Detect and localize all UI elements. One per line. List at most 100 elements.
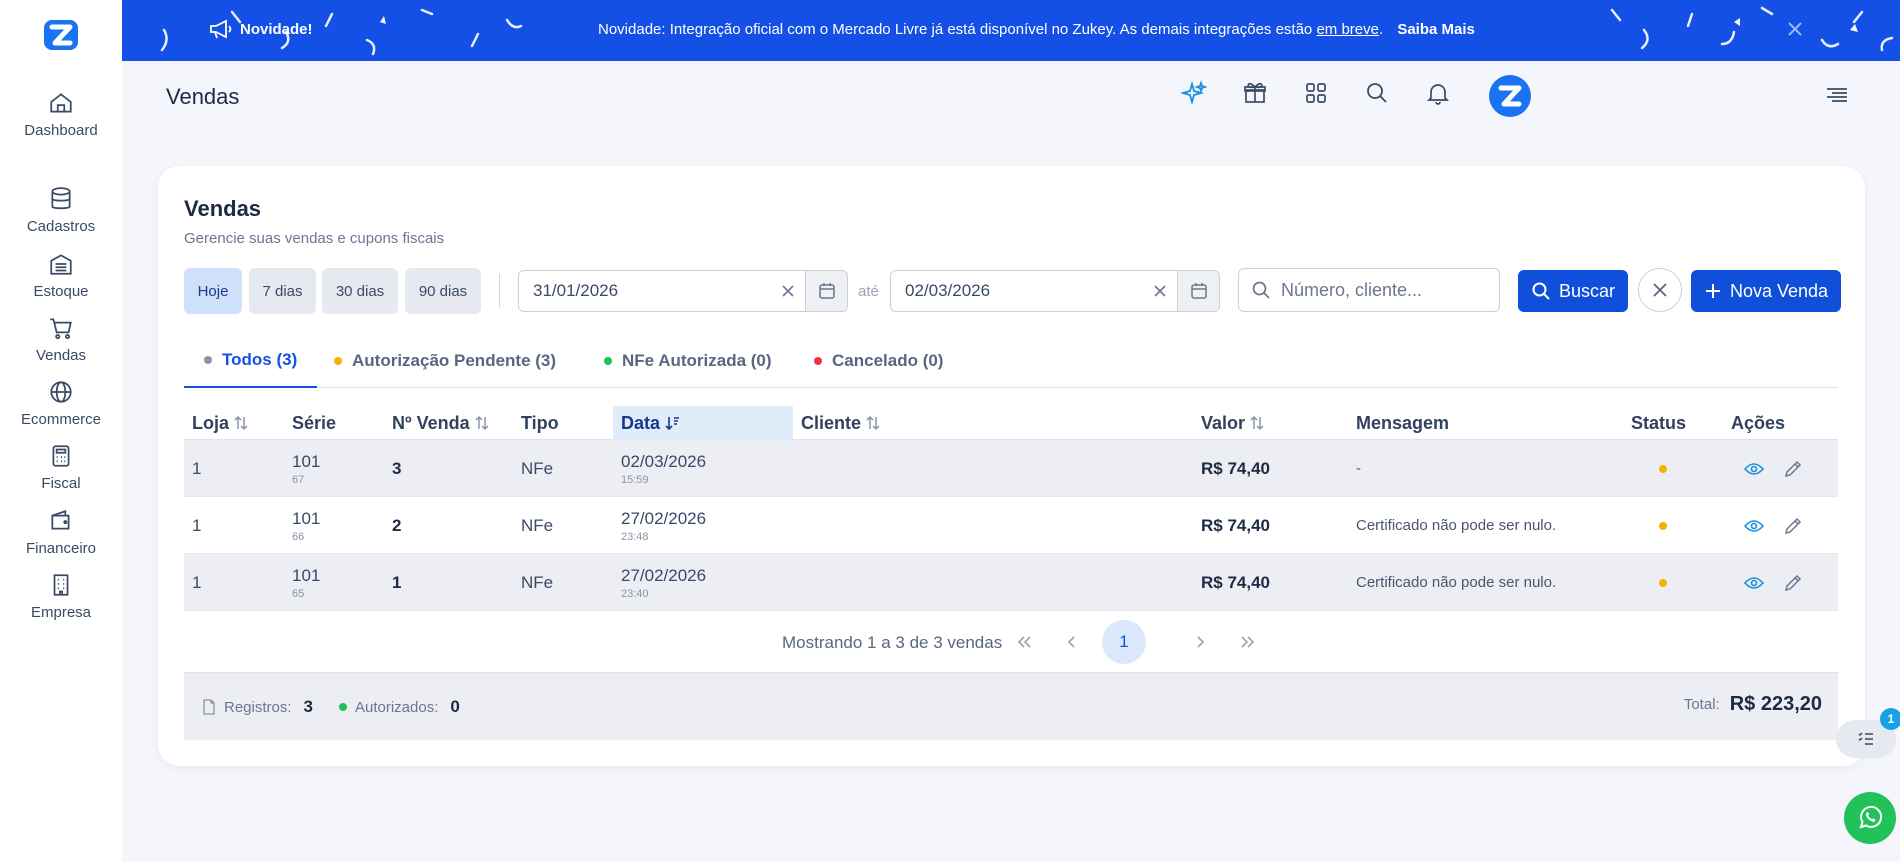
page-1-button[interactable]: 1 (1102, 620, 1146, 664)
cart-icon (50, 318, 72, 340)
table-row[interactable]: 1 101 65 1 NFe 27/02/2026 23:40 R$ 74,40 C… (184, 554, 1838, 611)
building-icon (53, 574, 69, 596)
sidebar-item-dashboard[interactable]: Dashboard (0, 90, 122, 139)
clear-date-to-icon[interactable] (1143, 271, 1177, 311)
sort-icon (234, 415, 248, 431)
status-dot-icon (334, 357, 342, 365)
column-header-valor[interactable]: Valor (1193, 406, 1348, 440)
date-to-field[interactable]: 02/03/2026 (890, 270, 1220, 312)
period-7-days-chip[interactable]: 7 dias (249, 268, 316, 314)
sales-table: Loja Série Nº Venda Tipo Data Cliente Va… (184, 406, 1838, 611)
column-header-loja[interactable]: Loja (184, 406, 284, 440)
cell-serie: 101 65 (292, 565, 321, 600)
column-header-numero[interactable]: Nº Venda (384, 406, 514, 440)
status-pending-dot (1659, 465, 1667, 473)
status-dot-icon (204, 356, 212, 364)
cell-data: 02/03/2026 15:59 (621, 451, 707, 486)
plus-icon (1705, 284, 1720, 298)
column-header-mensagem: Mensagem (1356, 412, 1450, 433)
next-page-icon[interactable] (1184, 626, 1216, 658)
cell-tipo: NFe (521, 458, 554, 478)
cell-tipo: NFe (521, 515, 554, 535)
banner-message: Novidade: Integração oficial com o Merca… (598, 21, 1475, 38)
first-page-icon[interactable] (1008, 626, 1040, 658)
table-row[interactable]: 1 101 67 3 NFe 02/03/2026 15:59 R$ 74,40 - (184, 440, 1838, 497)
close-icon (1653, 283, 1667, 297)
sidebar-item-financeiro[interactable]: Financeiro (0, 508, 122, 557)
notifications-bell-icon[interactable] (1425, 80, 1455, 110)
tab-autorizacao-pendente[interactable]: Autorização Pendente (3) (334, 334, 556, 388)
search-input[interactable] (1281, 279, 1481, 301)
column-header-tipo: Tipo (521, 412, 559, 433)
tab-cancelado[interactable]: Cancelado (0) (814, 334, 943, 388)
gift-icon[interactable] (1242, 80, 1272, 110)
database-icon (51, 187, 71, 210)
status-dot-icon (814, 357, 822, 365)
tab-nfe-autorizada[interactable]: NFe Autorizada (0) (604, 334, 772, 388)
column-header-serie: Série (292, 412, 337, 433)
period-30-days-chip[interactable]: 30 dias (322, 268, 398, 314)
column-header-cliente[interactable]: Cliente (793, 406, 1193, 440)
table-row[interactable]: 1 101 66 2 NFe 27/02/2026 23:48 R$ 74,40 C… (184, 497, 1838, 554)
sparkle-icon[interactable] (1179, 80, 1211, 110)
view-eye-icon[interactable] (1743, 572, 1765, 594)
zukey-logo[interactable] (40, 14, 82, 56)
cell-cliente (793, 554, 801, 611)
registros-summary: Registros: 3 (202, 697, 313, 717)
cell-valor: R$ 74,40 (1201, 515, 1270, 535)
banner-close-icon[interactable] (1782, 16, 1808, 42)
cell-loja: 1 (192, 458, 202, 478)
cell-data: 27/02/2026 23:40 (621, 565, 707, 600)
search-field[interactable] (1238, 268, 1500, 312)
sidebar-item-ecommerce[interactable]: Ecommerce (0, 379, 122, 428)
last-page-icon[interactable] (1232, 626, 1264, 658)
edit-pencil-icon[interactable] (1782, 515, 1804, 537)
period-90-days-chip[interactable]: 90 dias (405, 268, 481, 314)
page-title: Vendas (166, 84, 240, 109)
user-avatar[interactable] (1488, 74, 1532, 118)
search-icon (1532, 282, 1550, 300)
edit-pencil-icon[interactable] (1782, 572, 1804, 594)
view-eye-icon[interactable] (1743, 458, 1765, 480)
sidebar-item-empresa[interactable]: Empresa (0, 572, 122, 621)
warehouse-icon (50, 254, 72, 275)
hamburger-menu-icon[interactable] (1823, 82, 1851, 108)
view-eye-icon[interactable] (1743, 515, 1765, 537)
cell-serie: 101 67 (292, 451, 321, 486)
new-sale-button[interactable]: Nova Venda (1691, 270, 1841, 312)
whatsapp-chat-button[interactable] (1844, 792, 1896, 844)
banner-link-em-breve[interactable]: em breve (1316, 21, 1379, 38)
document-icon (203, 699, 215, 715)
calendar-icon[interactable] (1177, 271, 1219, 311)
sidebar-item-vendas[interactable]: Vendas (0, 315, 122, 364)
search-icon[interactable] (1364, 80, 1394, 110)
cell-numero: 2 (392, 515, 402, 535)
date-from-field[interactable]: 31/01/2026 (518, 270, 848, 312)
cell-numero: 3 (392, 458, 402, 478)
card-title: Vendas (184, 196, 262, 221)
cell-mensagem: Certificado não pode ser nulo. (1356, 574, 1557, 591)
autorizados-summary: Autorizados: 0 (339, 697, 460, 717)
sidebar-item-fiscal[interactable]: Fiscal (0, 443, 122, 492)
home-icon (50, 93, 72, 113)
column-header-data[interactable]: Data (613, 406, 793, 440)
clear-filters-button[interactable] (1638, 268, 1682, 312)
megaphone-icon (210, 19, 232, 39)
clear-date-from-icon[interactable] (771, 271, 805, 311)
cell-tipo: NFe (521, 572, 554, 592)
apps-grid-icon[interactable] (1303, 80, 1333, 110)
sidebar-item-estoque[interactable]: Estoque (0, 251, 122, 300)
sidebar-item-cadastros[interactable]: Cadastros (0, 186, 122, 235)
banner-saiba-mais-link[interactable]: Saiba Mais (1397, 21, 1475, 38)
search-button[interactable]: Buscar (1518, 270, 1628, 312)
edit-pencil-icon[interactable] (1782, 458, 1804, 480)
card-subtitle: Gerencie suas vendas e cupons fiscais (184, 230, 445, 247)
previous-page-icon[interactable] (1056, 626, 1088, 658)
calendar-icon[interactable] (805, 271, 847, 311)
table-header: Loja Série Nº Venda Tipo Data Cliente Va… (184, 406, 1838, 440)
period-today-chip[interactable]: Hoje (184, 268, 242, 314)
column-header-status: Status (1631, 412, 1687, 433)
sort-icon (1250, 415, 1264, 431)
whatsapp-icon (1859, 805, 1883, 829)
tab-todos[interactable]: Todos (3) (184, 334, 318, 388)
